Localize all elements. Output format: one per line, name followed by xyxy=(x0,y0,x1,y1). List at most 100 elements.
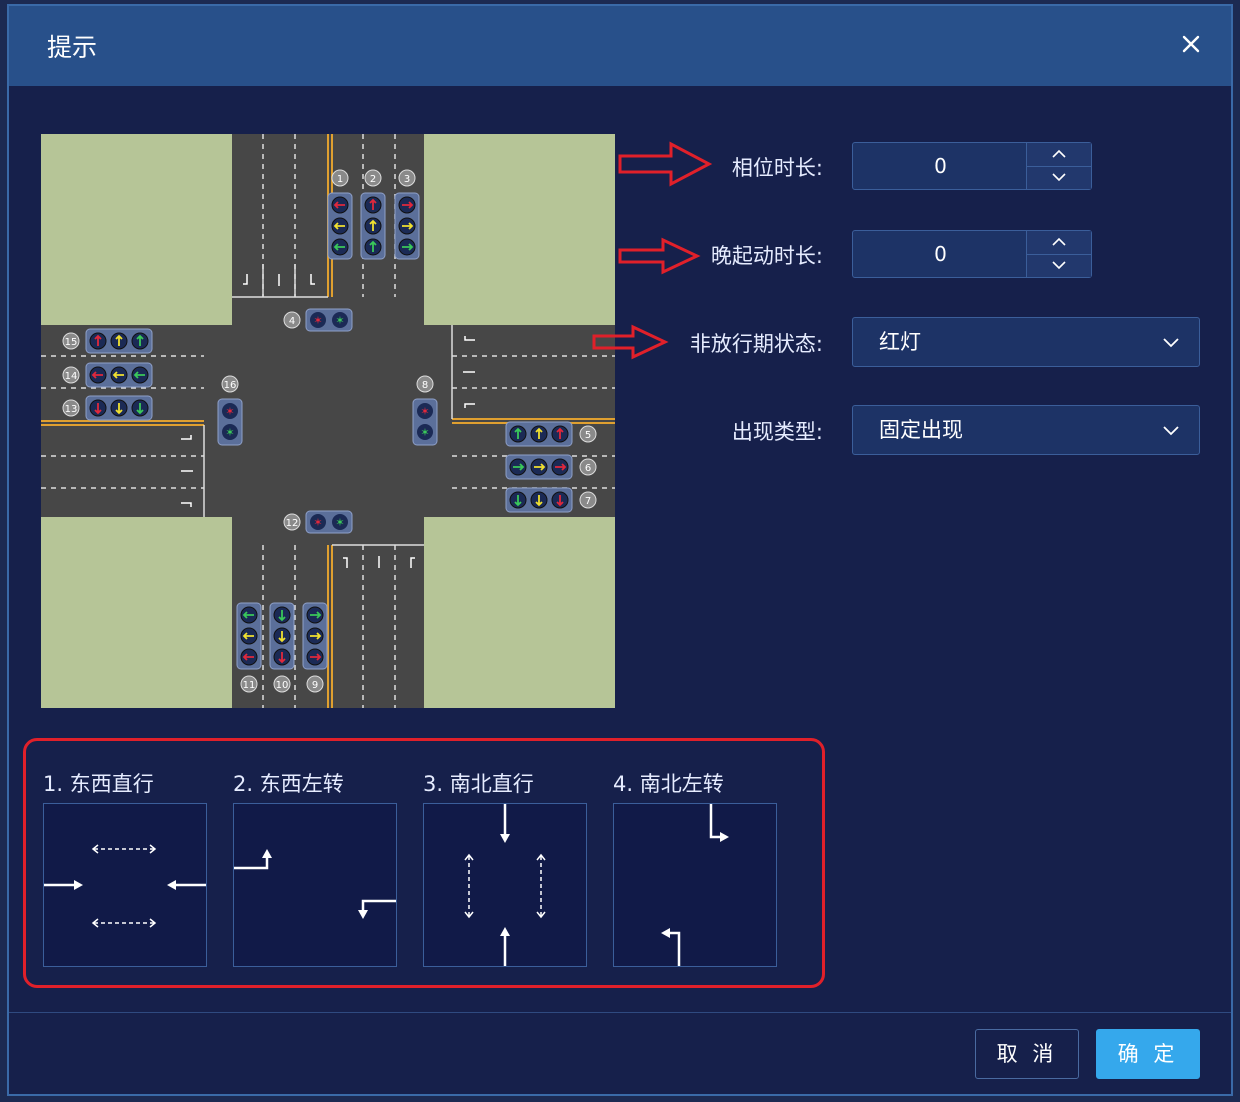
pedestrian-signal[interactable]: ✶✶ xyxy=(305,308,353,332)
signal-number-badge: 11 xyxy=(240,675,258,693)
decrement-button[interactable] xyxy=(1027,166,1091,189)
phase-duration-stepper[interactable] xyxy=(1026,143,1091,189)
signal-head[interactable] xyxy=(505,487,573,513)
chevron-down-icon xyxy=(1163,426,1179,436)
signal-number-badge: 13 xyxy=(62,399,80,417)
legend-item[interactable]: 1. 东西直行 xyxy=(43,769,209,967)
signal-number-badge: 5 xyxy=(579,425,597,443)
north-south-left-turn-icon xyxy=(613,803,777,967)
dialog-titlebar: 提示 xyxy=(9,6,1231,86)
intersection-diagram: 1 2 3 11 10 9 15 14 13 5 6 7 ✶ ✶ 4 ✶ ✶ 12 ✶ ✶ 16 ✶ ✶ 8 xyxy=(41,134,615,708)
legend-item-label: 1. 东西直行 xyxy=(43,772,154,796)
signal-head[interactable] xyxy=(327,192,353,260)
signal-number-badge: 16 xyxy=(221,375,239,393)
svg-text:12: 12 xyxy=(286,518,299,529)
signal-number-badge: 6 xyxy=(579,458,597,476)
svg-text:✶: ✶ xyxy=(225,426,234,439)
svg-text:8: 8 xyxy=(422,380,428,391)
svg-text:13: 13 xyxy=(65,404,78,415)
appear-type-label: 出现类型: xyxy=(731,420,823,444)
close-icon[interactable] xyxy=(1171,24,1211,64)
increment-button[interactable] xyxy=(1027,231,1091,255)
dialog-title: 提示 xyxy=(47,33,98,62)
annotation-arrow-icon xyxy=(592,324,669,360)
svg-text:✶: ✶ xyxy=(420,426,429,439)
signal-number-badge: 10 xyxy=(273,675,291,693)
signal-number-badge: 7 xyxy=(579,491,597,509)
legend-item[interactable]: 4. 南北左转 xyxy=(613,769,779,967)
late-start-input[interactable]: 0 xyxy=(852,230,1092,278)
legend-item-label: 3. 南北直行 xyxy=(423,772,534,796)
late-start-stepper[interactable] xyxy=(1026,231,1091,277)
svg-text:✶: ✶ xyxy=(420,405,429,418)
north-south-straight-icon xyxy=(423,803,587,967)
svg-text:15: 15 xyxy=(65,337,78,348)
signal-number-badge: 1 xyxy=(331,169,349,187)
phase-duration-value[interactable]: 0 xyxy=(853,143,1028,189)
dialog: 提示 1 2 3 11 10 9 15 14 13 5 6 7 ✶ ✶ 4 ✶ … xyxy=(7,4,1233,1096)
legend-item-label: 2. 东西左转 xyxy=(233,772,344,796)
signal-number-badge: 4 xyxy=(283,311,301,329)
svg-text:4: 4 xyxy=(289,316,295,327)
svg-text:6: 6 xyxy=(585,463,591,474)
non-pass-state-select[interactable]: 红灯 xyxy=(852,317,1200,367)
chevron-down-icon xyxy=(1052,261,1066,270)
svg-text:2: 2 xyxy=(370,174,376,185)
signal-number-badge: 15 xyxy=(62,332,80,350)
signal-number-badge: 14 xyxy=(62,366,80,384)
appear-type-value: 固定出现 xyxy=(879,418,963,442)
signal-head[interactable] xyxy=(505,421,573,447)
chevron-down-icon xyxy=(1163,338,1179,348)
legend-item-label: 4. 南北左转 xyxy=(613,772,724,796)
late-start-value[interactable]: 0 xyxy=(853,231,1028,277)
east-west-straight-icon xyxy=(43,803,207,967)
chevron-up-icon xyxy=(1052,149,1066,158)
pedestrian-signal[interactable]: ✶✶ xyxy=(305,510,353,534)
non-pass-state-label: 非放行期状态: xyxy=(689,332,823,356)
signal-head[interactable] xyxy=(85,328,153,354)
svg-text:11: 11 xyxy=(243,680,256,691)
svg-text:10: 10 xyxy=(276,680,289,691)
signal-head[interactable] xyxy=(236,602,262,670)
cancel-button[interactable]: 取 消 xyxy=(975,1029,1079,1079)
phase-duration-input[interactable]: 0 xyxy=(852,142,1092,190)
decrement-button[interactable] xyxy=(1027,254,1091,277)
svg-text:5: 5 xyxy=(585,430,591,441)
pedestrian-signal[interactable]: ✶✶ xyxy=(217,398,243,446)
signal-head[interactable] xyxy=(85,362,153,388)
phase-legend: 1. 东西直行 2. 东西左转 3. 南北直行 4. 南北左转 xyxy=(23,738,825,988)
late-start-label: 晚起动时长: xyxy=(710,244,823,268)
svg-text:✶: ✶ xyxy=(313,516,322,529)
signal-number-badge: 12 xyxy=(283,513,301,531)
east-west-left-turn-icon xyxy=(233,803,397,967)
svg-text:3: 3 xyxy=(404,174,410,185)
svg-text:✶: ✶ xyxy=(313,314,322,327)
svg-text:✶: ✶ xyxy=(335,314,344,327)
legend-item[interactable]: 3. 南北直行 xyxy=(423,769,589,967)
non-pass-state-value: 红灯 xyxy=(879,330,921,354)
increment-button[interactable] xyxy=(1027,143,1091,167)
confirm-button[interactable]: 确 定 xyxy=(1096,1029,1200,1079)
phase-duration-label: 相位时长: xyxy=(731,156,823,180)
signal-head[interactable] xyxy=(394,192,420,260)
signal-head[interactable] xyxy=(85,395,153,421)
svg-text:16: 16 xyxy=(224,380,237,391)
chevron-up-icon xyxy=(1052,237,1066,246)
chevron-down-icon xyxy=(1052,173,1066,182)
svg-text:7: 7 xyxy=(585,496,591,507)
signal-head[interactable] xyxy=(269,602,295,670)
svg-text:1: 1 xyxy=(337,174,343,185)
signal-head[interactable] xyxy=(505,454,573,480)
signal-head[interactable] xyxy=(360,192,386,260)
appear-type-select[interactable]: 固定出现 xyxy=(852,405,1200,455)
svg-text:9: 9 xyxy=(312,680,318,691)
footer-divider xyxy=(9,1012,1231,1013)
pedestrian-signal[interactable]: ✶✶ xyxy=(412,398,438,446)
signal-number-badge: 3 xyxy=(398,169,416,187)
svg-text:14: 14 xyxy=(65,371,78,382)
signal-number-badge: 9 xyxy=(306,675,324,693)
svg-text:✶: ✶ xyxy=(335,516,344,529)
legend-item[interactable]: 2. 东西左转 xyxy=(233,769,399,967)
signal-head[interactable] xyxy=(302,602,328,670)
signal-number-badge: 2 xyxy=(364,169,382,187)
